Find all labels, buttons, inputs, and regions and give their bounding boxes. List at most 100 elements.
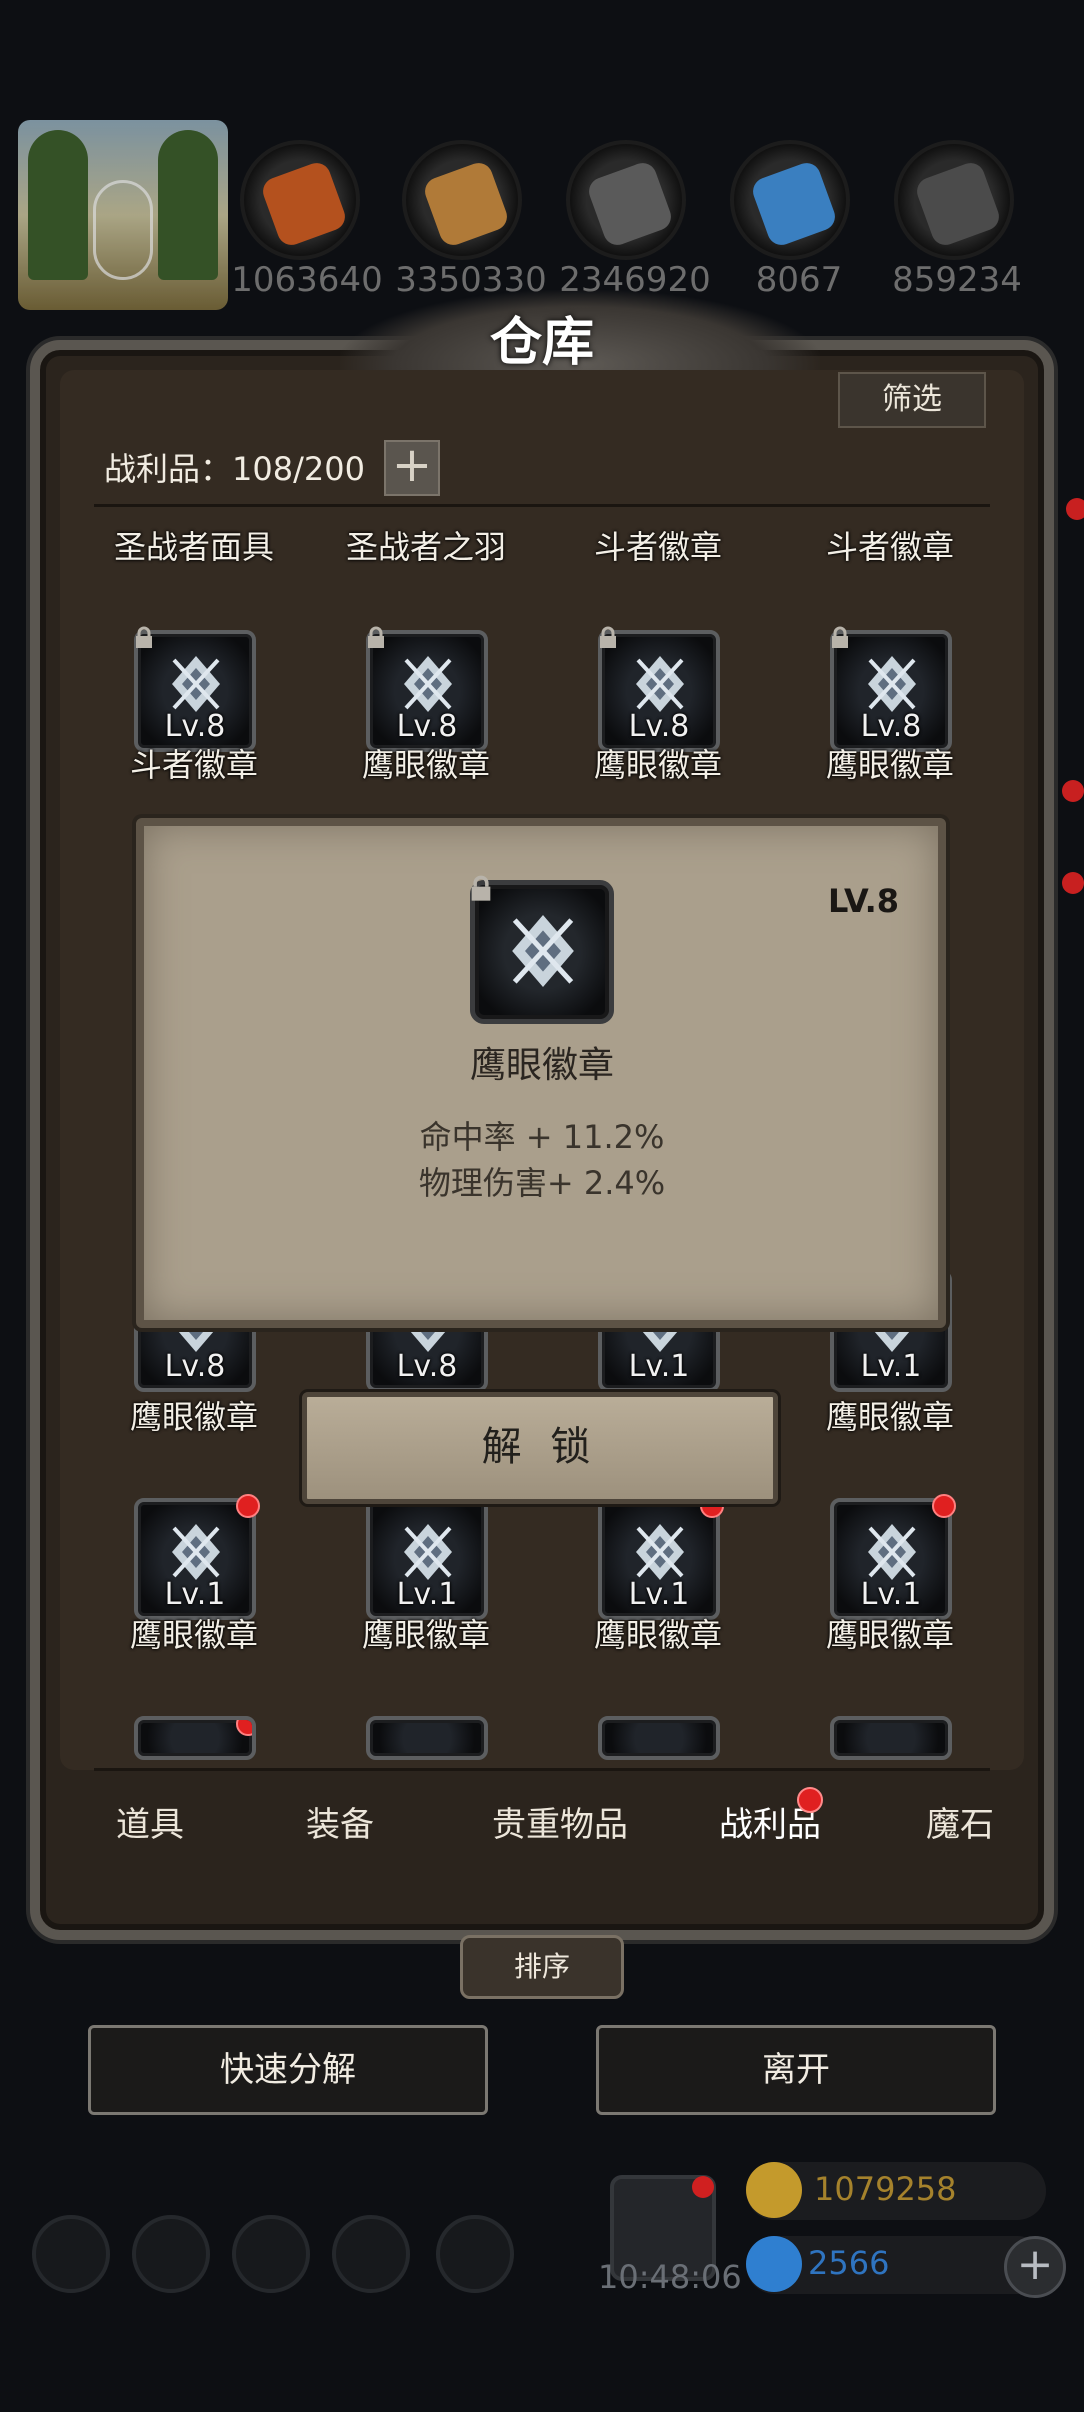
grid-item[interactable]	[830, 1716, 952, 1760]
tab-valuables[interactable]: 贵重物品	[450, 1780, 670, 1870]
stone-value: 859234	[892, 260, 1022, 300]
grid-item[interactable]	[134, 1716, 256, 1760]
loot-capacity: 战利品：108/200	[104, 450, 365, 488]
grid-item[interactable]	[366, 1716, 488, 1760]
tab-items[interactable]: 道具	[70, 1780, 230, 1870]
tab-equipment[interactable]: 装备	[260, 1780, 420, 1870]
item-name: 鹰眼徽章	[361, 746, 490, 784]
item-name: 圣战者面具	[113, 528, 274, 566]
item-name: 斗者徽章	[129, 746, 258, 784]
lock-icon	[136, 626, 152, 648]
palm-tree-icon	[158, 130, 218, 280]
quick-decompose-button[interactable]: 快速分解	[88, 2025, 488, 2115]
item-name: 斗者徽章	[593, 528, 722, 566]
item-name: 圣战者之羽	[345, 528, 506, 566]
resource-bar: 1063640 3350330 2346920 8067 859234	[0, 120, 1084, 310]
grid-item[interactable]: Lv.1	[366, 1498, 488, 1620]
stone-icon[interactable]	[894, 140, 1014, 260]
item-name: 鹰眼徽章	[361, 1616, 490, 1654]
quest-icon[interactable]	[232, 2215, 310, 2293]
item-level: Lv.8	[628, 709, 690, 744]
new-item-dot	[932, 1494, 956, 1518]
item-level: Lv.1	[860, 1349, 922, 1384]
iron-icon[interactable]	[566, 140, 686, 260]
diamond-icon	[746, 2236, 802, 2292]
page-title: 仓库	[489, 312, 594, 373]
item-name: 鹰眼徽章	[825, 1398, 954, 1436]
wood-icon[interactable]	[402, 140, 522, 260]
item-name: 鹰眼徽章	[593, 1616, 722, 1654]
item-name: 鹰眼徽章	[593, 746, 722, 784]
hawkeye-badge-icon	[512, 915, 574, 987]
hawkeye-badge-icon	[172, 1524, 220, 1580]
player-figure-icon	[93, 180, 153, 280]
hawkeye-badge-icon	[404, 1524, 452, 1580]
item-name: 鹰眼徽章	[129, 1398, 258, 1436]
notification-dot	[1062, 780, 1084, 802]
lock-icon	[368, 626, 384, 648]
item-level: Lv.1	[628, 1349, 690, 1384]
item-name: 斗者徽章	[825, 528, 954, 566]
item-level: Lv.8	[860, 709, 922, 744]
expand-capacity-button[interactable]: +	[384, 440, 440, 496]
item-level: Lv.1	[164, 1577, 226, 1612]
crystal-icon[interactable]	[730, 140, 850, 260]
guild-icon[interactable]	[436, 2215, 514, 2293]
item-level: Lv.1	[396, 1577, 458, 1612]
gold-icon	[746, 2162, 802, 2218]
loot-tab-notification-dot	[797, 1787, 823, 1813]
lock-icon	[471, 875, 491, 901]
item-level: Lv.8	[164, 709, 226, 744]
mail-icon[interactable]	[332, 2215, 410, 2293]
item-level: Lv.8	[396, 1349, 458, 1384]
grid-item[interactable]: Lv.1	[134, 1494, 260, 1620]
divider	[94, 504, 990, 507]
player-avatar[interactable]	[18, 120, 228, 310]
grid-item[interactable]	[598, 1716, 720, 1760]
grid-item[interactable]: Lv.8	[598, 626, 720, 752]
hawkeye-badge-icon	[868, 656, 916, 712]
popup-item-name: 鹰眼徽章	[469, 1045, 614, 1086]
hawkeye-badge-icon	[868, 1524, 916, 1580]
item-level: Lv.1	[628, 1577, 690, 1612]
diamond-amount: 2566	[808, 2244, 890, 2282]
lock-icon	[832, 626, 848, 648]
leave-button[interactable]: 离开	[596, 2025, 996, 2115]
hawkeye-badge-icon	[636, 656, 684, 712]
notification-dot	[1062, 872, 1084, 894]
popup-stat-physical-damage: 物理伤害+ 2.4%	[418, 1164, 666, 1202]
gold-amount: 1079258	[814, 2170, 957, 2208]
grid-item[interactable]: Lv.8	[134, 626, 256, 752]
hawkeye-badge-icon	[404, 656, 452, 712]
divider	[94, 1768, 990, 1771]
grid-item[interactable]: Lv.1	[598, 1494, 724, 1620]
add-currency-button[interactable]: +	[1004, 2236, 1066, 2298]
item-level: Lv.8	[164, 1349, 226, 1384]
item-level: Lv.8	[396, 709, 458, 744]
sort-button[interactable]: 排序	[460, 1935, 624, 1999]
item-name: 鹰眼徽章	[129, 1616, 258, 1654]
grid-item[interactable]: Lv.8	[830, 626, 952, 752]
grid-item[interactable]: Lv.8	[366, 626, 488, 752]
meat-icon[interactable]	[240, 140, 360, 260]
popup-item-level: LV.8	[828, 882, 900, 920]
unlock-button[interactable]: 解 锁	[302, 1392, 778, 1504]
item-name: 鹰眼徽章	[825, 1616, 954, 1654]
hawkeye-badge-icon	[636, 1524, 684, 1580]
timer: 10:48:06	[598, 2258, 742, 2296]
menu-icon[interactable]	[132, 2215, 210, 2293]
popup-stat-hit-rate: 命中率 + 11.2%	[419, 1118, 665, 1156]
grid-item[interactable]: Lv.1	[830, 1494, 956, 1620]
tab-magic-stones[interactable]: 魔石	[880, 1780, 1040, 1870]
filter-button[interactable]: 筛选	[838, 372, 986, 428]
settings-icon[interactable]	[32, 2215, 110, 2293]
category-tabs: 道具 装备 贵重物品 战利品 魔石	[70, 1780, 1020, 1870]
item-name: 鹰眼徽章	[825, 746, 954, 784]
new-item-dot	[236, 1494, 260, 1518]
tab-loot[interactable]: 战利品	[660, 1780, 880, 1870]
popup-item-icon	[470, 875, 614, 1024]
hawkeye-badge-icon	[172, 656, 220, 712]
notification-dot	[1066, 498, 1084, 520]
lock-icon	[600, 626, 616, 648]
new-item-dot	[236, 1720, 252, 1736]
